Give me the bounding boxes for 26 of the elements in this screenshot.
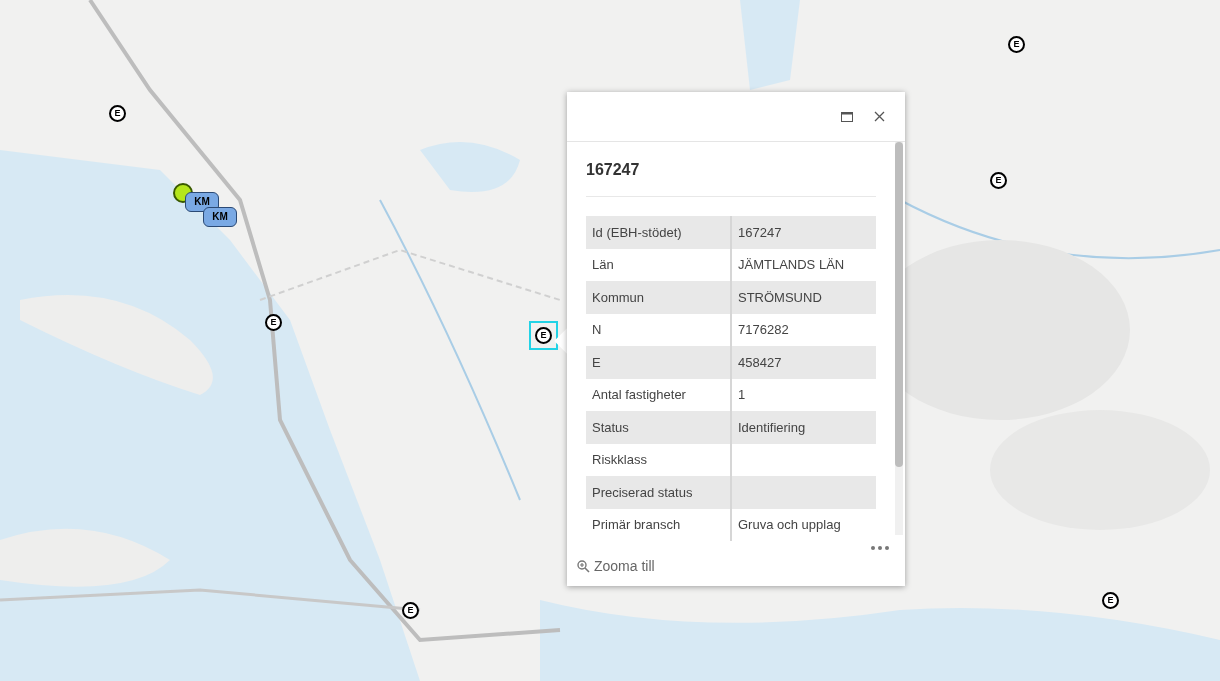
field-label: Preciserad status: [592, 483, 693, 502]
maximize-icon: [841, 111, 853, 122]
field-value: JÄMTLANDS LÄN: [738, 256, 845, 274]
field-label: Id (EBH-stödet): [592, 223, 682, 242]
map-marker[interactable]: KM: [203, 207, 237, 227]
field-label: Primär bransch: [592, 516, 681, 534]
field-label: Antal fastigheter: [592, 386, 686, 404]
field-value: 7176282: [738, 321, 789, 339]
field-label: Kommun: [592, 288, 645, 307]
field-label: E: [592, 353, 601, 372]
field-value: Identifiering: [738, 418, 806, 437]
zoom-in-icon: [577, 560, 590, 573]
field-value: 458427: [738, 353, 782, 372]
zoom-to-link[interactable]: Zooma till: [577, 556, 655, 577]
field-value: 1: [738, 386, 746, 404]
close-icon: [873, 111, 885, 122]
field-label: Län: [592, 256, 614, 274]
field-label: Riskklass: [592, 451, 647, 469]
field-value: STRÖMSUND: [738, 288, 822, 307]
field-label: N: [592, 321, 602, 339]
popup-title: 167247: [586, 161, 640, 178]
field-value: Gruva och upplag: [738, 516, 841, 534]
map-marker[interactable]: E: [529, 321, 558, 350]
field-value: 167247: [738, 223, 782, 242]
field-label: Status: [592, 418, 629, 437]
more-icon: [871, 546, 889, 550]
